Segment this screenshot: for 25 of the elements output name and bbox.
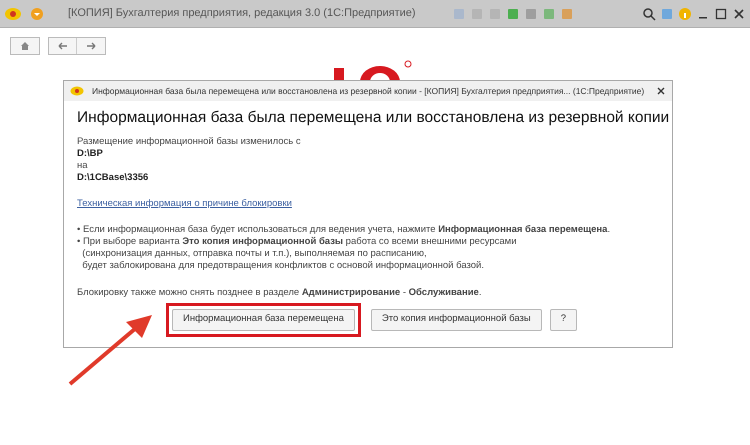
- path-text: D:\BP: [77, 148, 103, 160]
- left-arrow-icon: [58, 42, 68, 50]
- zoom-icon[interactable]: [642, 6, 656, 20]
- info-text: Размещение информационной базы изменилось с: [77, 136, 301, 148]
- right-arrow-icon: [86, 42, 96, 50]
- dialog-heading: Информационная база была перемещена или восстановлена из резервной копии: [77, 108, 670, 128]
- dialog-button[interactable]: Информационная база перемещена: [172, 308, 355, 330]
- app-logo-icon: [70, 86, 84, 96]
- bullet-text: • Если информационная база будет использоваться для ведения учета, нажмите Информационная база перемещена.: [77, 224, 610, 236]
- app-logo-icon: [4, 6, 22, 20]
- bullet-text: • При выборе варианта Это копия информационной базы работа со всеми внешними ресурсами (синхронизация данных, отправка почты и т.п.), выполняемая по расписанию, будет заблокирована для предотвращения конфликтов с основой информационной базой.: [77, 236, 517, 272]
- note-text: Блокировку также можно снять позднее в разделе Администрирование - Обслуживание.: [77, 286, 482, 300]
- info-text: на: [77, 160, 88, 172]
- close-icon[interactable]: [732, 6, 746, 20]
- menu-icon[interactable]: [30, 6, 44, 20]
- window-title: [КОПИЯ] Бухгалтерия предприятия, редакция 3.0 (1С:Предприятие): [68, 6, 416, 22]
- maximize-icon[interactable]: [714, 6, 728, 20]
- dialog-title: Информационная база была перемещена или восстановлена из резервной копии - [КОПИЯ] Бухгалтерия предприятия... (1С:Предприятие): [92, 84, 646, 98]
- path-text: D:\1CBase\3356: [77, 172, 148, 184]
- dialog-button[interactable]: Это копия информационной базы: [370, 308, 542, 330]
- home-icon: [20, 41, 30, 51]
- home-button[interactable]: [10, 37, 40, 55]
- close-icon[interactable]: [656, 86, 666, 96]
- dialog-button[interactable]: ?: [550, 308, 578, 330]
- technical-info-link[interactable]: Техническая информация о причине блокировки: [77, 197, 292, 212]
